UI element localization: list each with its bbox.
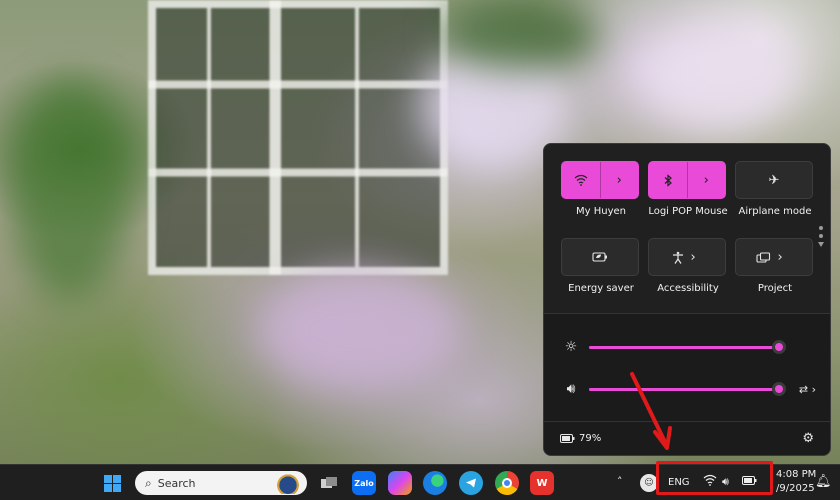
- accessibility-toggle[interactable]: ›: [648, 238, 726, 276]
- zalo-icon[interactable]: Zalo: [352, 471, 376, 495]
- telegram-icon[interactable]: [459, 471, 483, 495]
- edge-icon[interactable]: [423, 471, 447, 495]
- project-chevron-icon[interactable]: ›: [776, 239, 813, 275]
- energy-saver-icon: [592, 252, 607, 262]
- show-hidden-icons-chevron-icon[interactable]: ˄: [617, 475, 623, 488]
- battery-icon[interactable]: [560, 434, 575, 443]
- brightness-slider[interactable]: [589, 339, 786, 354]
- quick-settings-footer: 79% ⚙: [544, 421, 830, 455]
- search-placeholder: Search: [157, 476, 196, 490]
- wallpaper-window: [148, 0, 448, 275]
- bluetooth-chevron-icon[interactable]: ›: [688, 162, 726, 198]
- chrome-icon[interactable]: [495, 471, 519, 495]
- sliders-section: ☼ 🔊︎ ⇄ ›: [544, 313, 830, 423]
- page-dot[interactable]: [819, 234, 823, 238]
- airplane-tile: ✈ Airplane mode: [735, 161, 815, 217]
- volume-fill: [589, 387, 779, 391]
- volume-row: 🔊︎ ⇄ ›: [544, 377, 830, 401]
- project-toggle[interactable]: ›: [735, 238, 813, 276]
- accessibility-icon: [649, 239, 689, 275]
- audio-output-icon[interactable]: ⇄ ›: [799, 383, 816, 396]
- bluetooth-tile: › Logi POP Mouse: [648, 161, 728, 217]
- project-tile-label: Project: [757, 283, 793, 294]
- energy-saver-tile: Energy saver: [561, 238, 641, 294]
- project-icon: [736, 239, 776, 275]
- task-view-icon[interactable]: [317, 471, 341, 495]
- tray-highlight-box: [656, 461, 773, 495]
- search-highlight-icon[interactable]: [271, 472, 305, 494]
- wifi-icon[interactable]: [562, 162, 600, 198]
- energy-saver-toggle[interactable]: [561, 238, 639, 276]
- zalo-label: Zalo: [354, 478, 374, 488]
- brightness-thumb[interactable]: [772, 339, 786, 354]
- brightness-row: ☼: [544, 335, 830, 359]
- page-indicator[interactable]: [818, 222, 824, 251]
- copilot-icon[interactable]: [388, 471, 412, 495]
- wifi-tile-label: My Huyen: [576, 206, 626, 217]
- volume-icon[interactable]: 🔊︎: [562, 381, 580, 397]
- wifi-toggle[interactable]: ›: [561, 161, 639, 199]
- airplane-tile-label: Airplane mode: [738, 206, 812, 217]
- accessibility-tile-label: Accessibility: [657, 283, 719, 294]
- settings-gear-icon[interactable]: ⚙: [802, 431, 814, 446]
- airplane-mode-toggle[interactable]: ✈: [735, 161, 813, 199]
- wallpaper-flowers: [640, 20, 800, 130]
- clock-date[interactable]: /9/2025: [776, 483, 815, 494]
- next-page-icon[interactable]: [818, 242, 824, 247]
- wallpaper-flowers: [260, 270, 460, 390]
- airplane-icon: ✈: [768, 172, 780, 188]
- page-dot[interactable]: [819, 226, 823, 230]
- accessibility-tile: › Accessibility: [648, 238, 728, 294]
- volume-thumb[interactable]: [772, 381, 786, 396]
- volume-slider[interactable]: [589, 381, 786, 396]
- notification-bell-icon[interactable]: 🔔︎: [815, 474, 832, 489]
- battery-percentage[interactable]: 79%: [579, 433, 601, 444]
- brightness-icon: ☼: [564, 339, 578, 355]
- brightness-fill: [589, 345, 779, 349]
- wps-icon[interactable]: W: [530, 471, 554, 495]
- chrome-center: [502, 478, 512, 488]
- wifi-chevron-icon[interactable]: ›: [601, 162, 639, 198]
- quick-settings-panel: › My Huyen › Logi POP Mouse ✈ Airplane m…: [543, 143, 831, 456]
- windows-start-icon[interactable]: [100, 471, 124, 495]
- search-icon: ⌕: [145, 475, 152, 490]
- wifi-tile: › My Huyen: [561, 161, 641, 217]
- bluetooth-icon[interactable]: [649, 162, 687, 198]
- bluetooth-tile-label: Logi POP Mouse: [648, 206, 728, 217]
- wallpaper-leaves: [10, 80, 130, 300]
- energy-saver-tile-label: Energy saver: [568, 283, 634, 294]
- project-tile: › Project: [735, 238, 815, 294]
- search-box[interactable]: ⌕ Search: [135, 471, 307, 495]
- bluetooth-toggle[interactable]: ›: [648, 161, 726, 199]
- accessibility-chevron-icon[interactable]: ›: [689, 239, 726, 275]
- wallpaper-leaves: [440, 0, 600, 70]
- clock-time[interactable]: 4:08 PM: [776, 469, 816, 480]
